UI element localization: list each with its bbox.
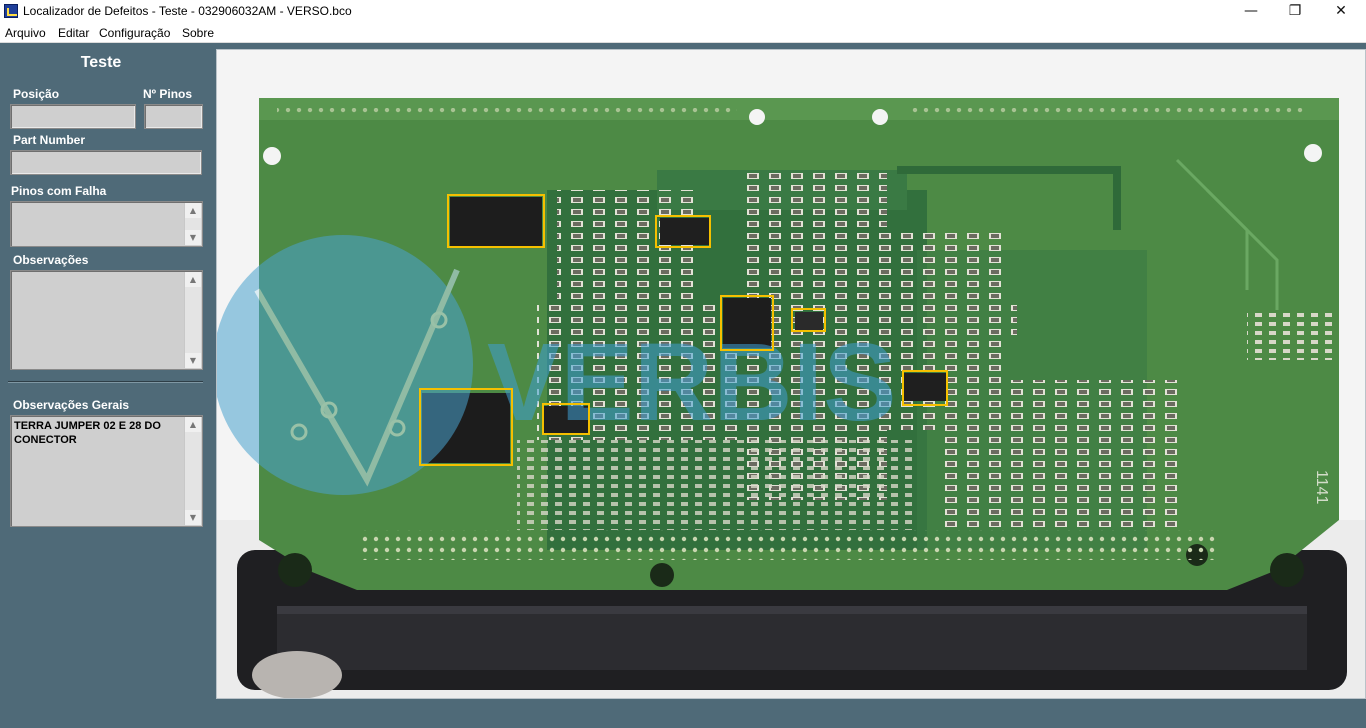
close-button[interactable]: ✕: [1318, 0, 1364, 23]
posicao-field[interactable]: [10, 104, 136, 129]
observacoes-gerais-scrollbar[interactable]: ▲ ▼: [184, 417, 201, 525]
menu-editar[interactable]: Editar: [58, 26, 89, 40]
finger-image: [252, 651, 342, 698]
pinos-falha-textarea[interactable]: ▲ ▼: [10, 201, 203, 247]
panel-divider: [8, 381, 203, 383]
scroll-up-icon[interactable]: ▲: [185, 417, 201, 432]
app-icon[interactable]: [4, 4, 18, 18]
panel-title: Teste: [80, 54, 122, 71]
menu-configuracao[interactable]: Configuração: [99, 26, 170, 40]
observacoes-gerais-textarea[interactable]: TERRA JUMPER 02 E 28 DO CONECTOR ▲ ▼: [10, 415, 203, 527]
pinos-falha-scrollbar[interactable]: ▲ ▼: [184, 203, 201, 245]
scroll-down-icon[interactable]: ▼: [185, 353, 201, 368]
part-number-label: Part Number: [13, 133, 86, 147]
minimize-button[interactable]: —: [1228, 0, 1274, 23]
board-silkscreen: 1141: [1313, 470, 1330, 505]
board-image-viewer[interactable]: VERBIS 1141: [216, 49, 1366, 699]
maximize-button[interactable]: ❐: [1272, 0, 1318, 23]
window-title: Localizador de Defeitos - Teste - 032906…: [23, 4, 352, 18]
menu-bar: Arquivo Editar Configuração Sobre: [0, 23, 1366, 43]
observacoes-gerais-label: Observações Gerais: [13, 398, 130, 412]
pcb-board-image[interactable]: VERBIS 1141: [217, 50, 1365, 698]
part-number-field[interactable]: [10, 150, 202, 175]
observacoes-textarea[interactable]: ▲ ▼: [10, 270, 203, 370]
posicao-label: Posição: [13, 87, 60, 101]
menu-sobre[interactable]: Sobre: [182, 26, 214, 40]
scroll-up-icon[interactable]: ▲: [185, 203, 201, 218]
menu-arquivo[interactable]: Arquivo: [5, 26, 46, 40]
title-bar: Localizador de Defeitos - Teste - 032906…: [0, 0, 1366, 23]
watermark-text: VERBIS: [487, 321, 897, 444]
scroll-up-icon[interactable]: ▲: [185, 272, 201, 287]
observacoes-gerais-value: TERRA JUMPER 02 E 28 DO CONECTOR: [14, 420, 161, 446]
pinos-field[interactable]: [144, 104, 203, 129]
pinos-label: Nº Pinos: [143, 87, 193, 101]
scroll-down-icon[interactable]: ▼: [185, 230, 201, 245]
observacoes-scrollbar[interactable]: ▲ ▼: [184, 272, 201, 368]
observacoes-label: Observações: [13, 253, 89, 267]
scroll-down-icon[interactable]: ▼: [185, 510, 201, 525]
pinos-falha-label: Pinos com Falha: [11, 184, 107, 198]
